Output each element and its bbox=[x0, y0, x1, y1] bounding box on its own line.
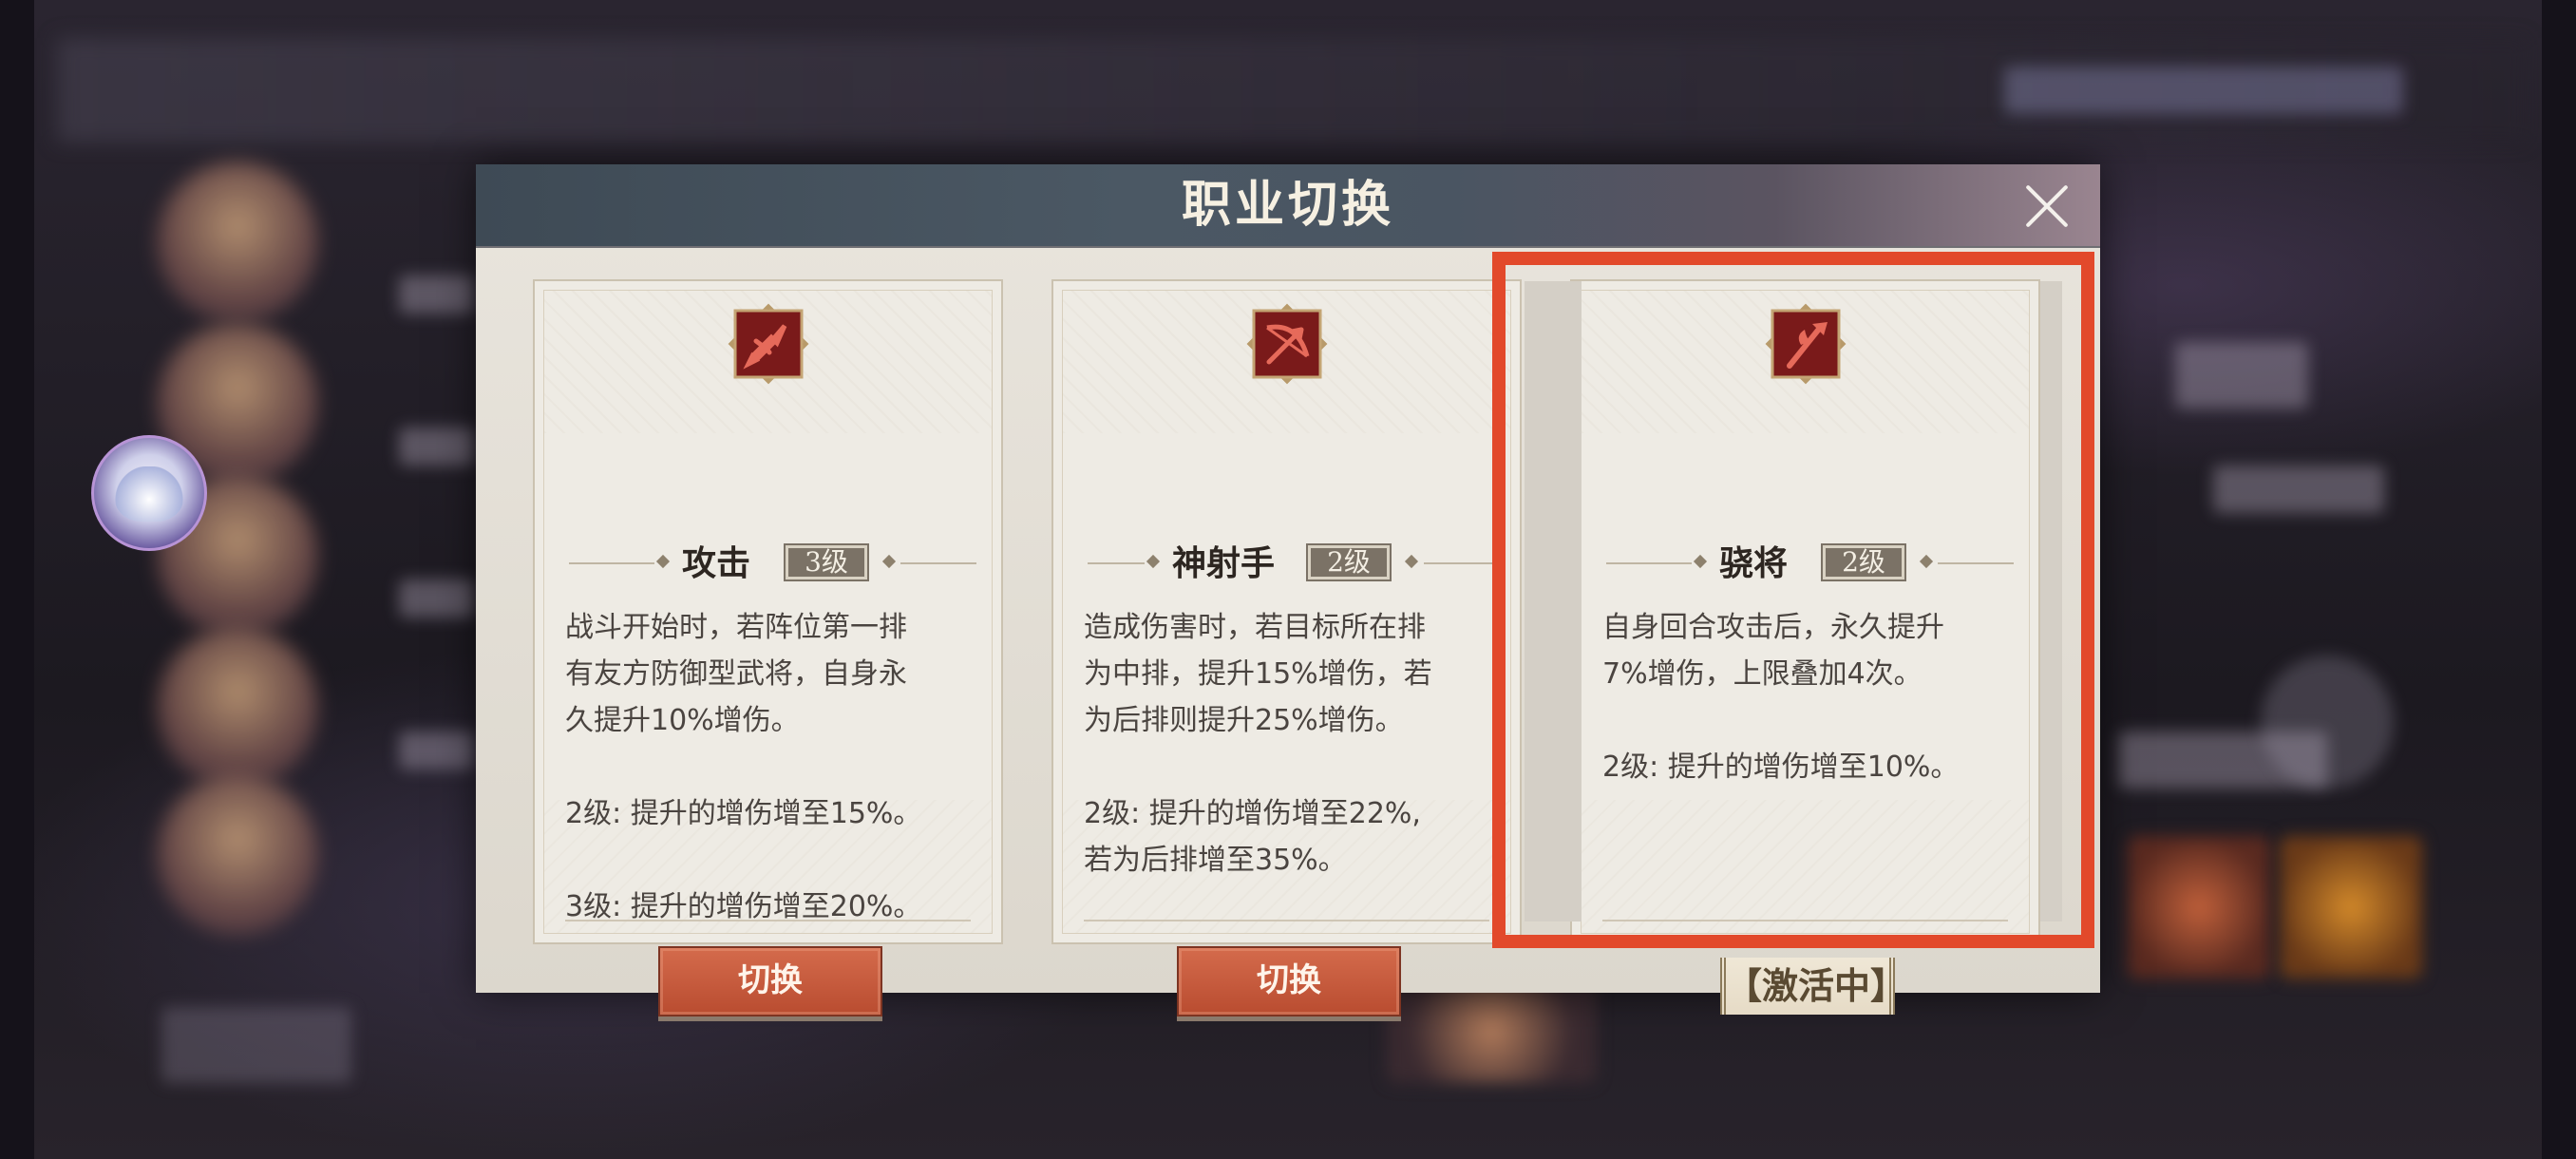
emblem bbox=[697, 291, 840, 386]
divider-ornament bbox=[1146, 554, 1161, 569]
class-card-marksman: 神射手 2级 造成伤害时，若目标所在排 为中排，提升15%增伤，若 为后排则提升… bbox=[1051, 279, 1522, 1016]
blurred-text bbox=[399, 428, 475, 466]
left-frame bbox=[0, 0, 34, 1159]
divider bbox=[569, 562, 654, 564]
divider-ornament bbox=[655, 554, 671, 569]
blurred-text bbox=[399, 580, 475, 618]
hero-portrait-blurred bbox=[157, 774, 318, 936]
class-description: 造成伤害时，若目标所在排 为中排，提升15%增伤，若 为后排则提升25%增伤。 … bbox=[1084, 611, 1432, 877]
sword-emblem-icon bbox=[728, 303, 808, 385]
hero-portrait-blurred bbox=[157, 627, 318, 788]
dialog-title: 职业切换 bbox=[1181, 176, 1394, 234]
blurred-panel-text bbox=[2213, 466, 2384, 513]
divider bbox=[1088, 562, 1145, 564]
blurred-header-info bbox=[2004, 66, 2403, 114]
divider bbox=[565, 920, 971, 922]
player-avatar[interactable] bbox=[91, 435, 207, 551]
class-name: 攻击 bbox=[682, 543, 751, 583]
divider-ornament bbox=[881, 554, 897, 569]
class-name: 神射手 bbox=[1172, 543, 1276, 583]
bow-emblem-icon bbox=[1246, 303, 1327, 385]
switch-button[interactable]: 切换 bbox=[658, 946, 882, 1016]
blurred-text bbox=[399, 276, 475, 314]
class-description: 战斗开始时，若阵位第一排 有友方防御型武将，自身永 久提升10%增伤。 2级: … bbox=[565, 611, 922, 923]
class-card-attack: 攻击 3级 战斗开始时，若阵位第一排 有友方防御型武将，自身永 久提升10%增伤… bbox=[533, 279, 1003, 1016]
divider bbox=[1424, 562, 1495, 564]
close-icon[interactable] bbox=[2022, 181, 2072, 231]
divider bbox=[1084, 920, 1489, 922]
level-badge: 3级 bbox=[784, 543, 869, 581]
divider bbox=[900, 562, 976, 564]
right-frame bbox=[2542, 0, 2576, 1159]
class-title-row: 神射手 2级 bbox=[1053, 536, 1520, 583]
hero-portrait-blurred bbox=[157, 162, 318, 323]
emblem bbox=[1216, 291, 1358, 386]
level-badge: 2级 bbox=[1306, 543, 1392, 581]
blurred-panel-text bbox=[2175, 342, 2308, 408]
divider-ornament bbox=[1404, 554, 1419, 569]
blurred-text bbox=[399, 732, 475, 770]
blurred-add-slot bbox=[2261, 656, 2394, 788]
blurred-item bbox=[1387, 978, 1596, 1083]
switch-button[interactable]: 切换 bbox=[1177, 946, 1401, 1016]
active-status-label: 【激活中】 bbox=[1720, 958, 1906, 1015]
highlight-frame bbox=[1492, 252, 2094, 948]
blurred-button bbox=[161, 1007, 351, 1083]
blurred-item bbox=[2280, 836, 2422, 978]
class-title-row: 攻击 3级 bbox=[535, 536, 1001, 583]
blurred-item bbox=[2128, 836, 2270, 978]
